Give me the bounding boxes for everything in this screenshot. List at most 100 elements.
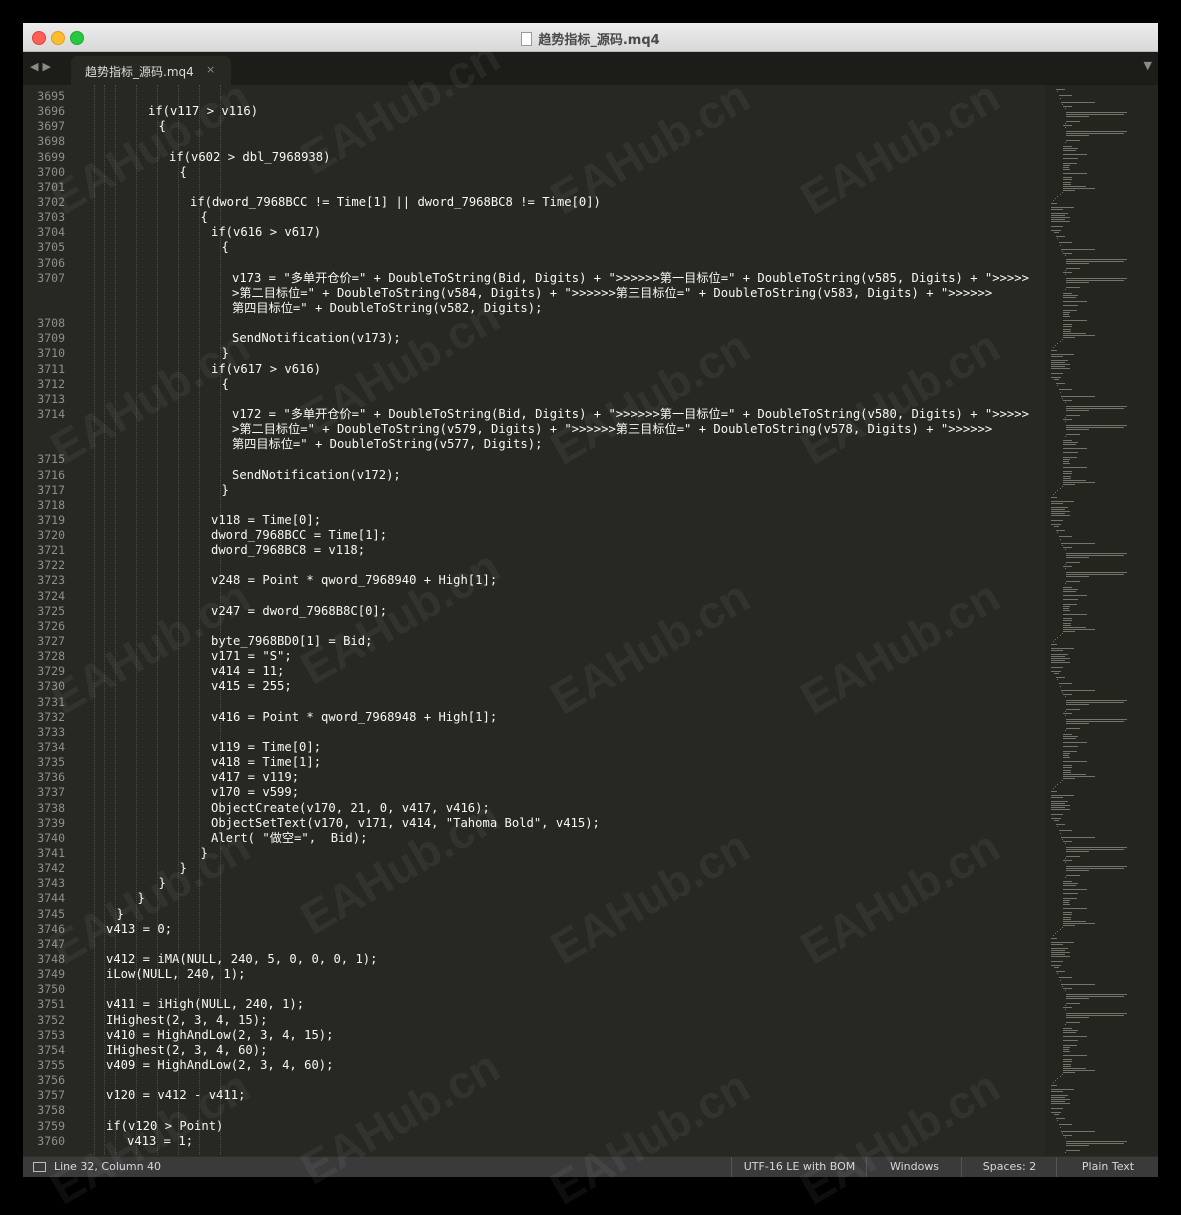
minimap-line	[1062, 780, 1063, 781]
minimap-line	[1063, 330, 1071, 332]
minimap-line	[1063, 603, 1077, 605]
code-line[interactable]: {	[222, 240, 229, 255]
code-line[interactable]: SendNotification(v173);	[232, 331, 401, 346]
code-line[interactable]: v413 = 1;	[127, 1134, 193, 1149]
code-line[interactable]: if(v617 > v616)	[211, 362, 321, 377]
code-area[interactable]: if(v117 > v116){if(v602 > dbl_7968938){i…	[85, 85, 1045, 1157]
code-line[interactable]: if(v120 > Point)	[106, 1119, 223, 1134]
code-line[interactable]: v247 = dword_7968B8C[0];	[211, 604, 387, 619]
line-number: 3746	[37, 921, 65, 936]
encoding-selector[interactable]: UTF-16 LE with BOM	[731, 1157, 867, 1177]
minimap-line	[1063, 987, 1073, 989]
minimap-line	[1063, 605, 1070, 607]
minimap-line	[1063, 294, 1078, 296]
minimap-line	[1051, 794, 1074, 796]
line-number: 3697	[37, 119, 65, 134]
code-line[interactable]: 第四目标位=" + DoubleToString(v582, Digits);	[232, 301, 542, 316]
line-number: 3719	[37, 512, 65, 527]
code-line[interactable]: v171 = "S";	[211, 649, 292, 664]
code-line[interactable]: }	[117, 907, 124, 922]
code-line[interactable]: ObjectCreate(v170, 21, 0, v417, v416);	[211, 801, 490, 816]
syntax-selector[interactable]: Plain Text	[1056, 1157, 1158, 1177]
code-line[interactable]: {	[159, 119, 166, 134]
tab-close-icon[interactable]: ×	[206, 63, 215, 76]
minimap-line	[1051, 513, 1065, 515]
panel-toggle-icon[interactable]	[33, 1162, 46, 1172]
code-line[interactable]: if(v616 > v617)	[211, 225, 321, 240]
code-line[interactable]: dword_7968BC8 = v118;	[211, 543, 365, 558]
minimap-line	[1064, 549, 1066, 550]
minimap-line	[1065, 429, 1090, 431]
code-line[interactable]: }	[201, 846, 208, 861]
code-line[interactable]: v172 = "多单开仓价=" + DoubleToString(Bid, Di…	[232, 407, 1029, 422]
minimap-line	[1051, 376, 1061, 378]
code-line[interactable]: IHighest(2, 3, 4, 60);	[106, 1043, 267, 1058]
code-line[interactable]: v415 = 255;	[211, 679, 292, 694]
code-line[interactable]: v411 = iHigh(NULL, 240, 1);	[106, 997, 304, 1012]
code-line[interactable]: }	[159, 876, 166, 891]
back-arrow-icon[interactable]: ◀	[30, 60, 42, 73]
minimap-line	[1061, 836, 1095, 838]
code-line[interactable]: iLow(NULL, 240, 1);	[106, 967, 245, 982]
code-line[interactable]: v120 = v412 - v411;	[106, 1088, 245, 1103]
code-line[interactable]: if(dword_7968BCC != Time[1] || dword_796…	[190, 195, 601, 210]
minimap-line	[1055, 639, 1056, 641]
code-line[interactable]: v409 = HighAndLow(2, 3, 4, 60);	[106, 1058, 333, 1073]
minimap-line	[1065, 1017, 1090, 1019]
minimap-line	[1065, 1143, 1124, 1145]
code-line[interactable]: dword_7968BCC = Time[1];	[211, 528, 387, 543]
minimap-line	[1065, 1013, 1127, 1015]
minimap-line	[1063, 885, 1076, 886]
code-line[interactable]: if(v602 > dbl_7968938)	[169, 150, 330, 165]
minimap-line	[1064, 843, 1066, 844]
indentation-selector[interactable]: Spaces: 2	[961, 1157, 1057, 1177]
minimap-line	[1063, 586, 1073, 588]
minimap-line	[1063, 1040, 1078, 1042]
code-line[interactable]: }	[222, 346, 229, 361]
minimap-line	[1051, 229, 1061, 231]
code-line[interactable]: SendNotification(v172);	[232, 468, 401, 483]
code-line[interactable]: v413 = 0;	[106, 922, 172, 937]
minimap-line	[1063, 124, 1073, 126]
code-line[interactable]: }	[180, 861, 187, 876]
code-line[interactable]: {	[222, 377, 229, 392]
code-line[interactable]: v119 = Time[0];	[211, 740, 321, 755]
forward-arrow-icon[interactable]: ▶	[42, 60, 54, 73]
minimap-line	[1065, 866, 1127, 868]
code-line[interactable]: Alert( "做空=", Bid);	[211, 831, 367, 846]
code-line[interactable]: v412 = iMA(NULL, 240, 5, 0, 0, 0, 1);	[106, 952, 378, 967]
code-line[interactable]: ObjectSetText(v170, v171, v414, "Tahoma …	[211, 816, 600, 831]
line-number: 3716	[37, 467, 65, 482]
code-line[interactable]: v410 = HighAndLow(2, 3, 4, 15);	[106, 1028, 333, 1043]
code-line[interactable]: IHighest(2, 3, 4, 15);	[106, 1013, 267, 1028]
code-line[interactable]: if(v117 > v116)	[148, 104, 258, 119]
code-line[interactable]: v418 = Time[1];	[211, 755, 321, 770]
code-line[interactable]: byte_7968BD0[1] = Bid;	[211, 634, 372, 649]
code-line[interactable]: v173 = "多单开仓价=" + DoubleToString(Bid, Di…	[232, 271, 1029, 286]
cursor-position[interactable]: Line 32, Column 40	[54, 1160, 161, 1173]
code-line[interactable]: 第四目标位=" + DoubleToString(v577, Digits);	[232, 437, 542, 452]
code-editor[interactable]: 3695 3696 3697 3698 3699 3700 3701 3702 3703 3704…	[23, 85, 1158, 1157]
minimap-line	[1063, 1044, 1077, 1046]
code-line[interactable]: v416 = Point * qword_7968948 + High[1];	[211, 710, 497, 725]
code-line[interactable]: }	[138, 891, 145, 906]
minimap-line	[1056, 89, 1066, 91]
code-line[interactable]: {	[201, 210, 208, 225]
tab-file[interactable]: 趋势指标_源码.mq4 ×	[71, 56, 231, 85]
line-endings-selector[interactable]: Windows	[866, 1157, 962, 1177]
tab-dropdown-icon[interactable]: ▼	[1144, 59, 1152, 72]
code-line[interactable]: v417 = v119;	[211, 770, 299, 785]
code-line[interactable]: v414 = 11;	[211, 664, 284, 679]
code-line[interactable]: {	[180, 165, 187, 180]
line-number: 3708	[37, 316, 65, 331]
code-line[interactable]: }	[222, 483, 229, 498]
code-line[interactable]: v170 = v599;	[211, 785, 299, 800]
minimap-line	[1064, 714, 1066, 716]
code-line[interactable]: v118 = Time[0];	[211, 513, 321, 528]
code-line[interactable]: v248 = Point * qword_7968940 + High[1];	[211, 573, 497, 588]
line-number: 3714	[37, 406, 65, 421]
code-line[interactable]: >第二目标位=" + DoubleToString(v584, Digits) …	[232, 286, 992, 301]
code-line[interactable]: >第二目标位=" + DoubleToString(v579, Digits) …	[232, 422, 992, 437]
minimap[interactable]	[1045, 85, 1158, 1157]
minimap-line	[1063, 483, 1076, 485]
